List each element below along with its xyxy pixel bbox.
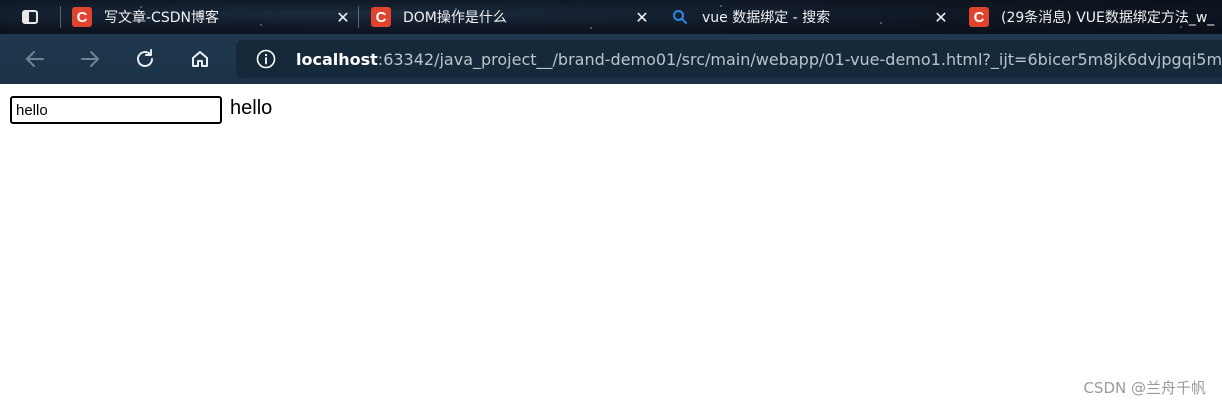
arrow-left-icon <box>26 51 44 67</box>
address-bar[interactable]: localhost:63342/java_project__/brand-dem… <box>236 40 1222 78</box>
url-host: localhost <box>296 49 378 69</box>
browser-toolbar: localhost:63342/java_project__/brand-dem… <box>0 34 1222 84</box>
close-icon[interactable]: ✕ <box>932 8 950 27</box>
close-icon[interactable]: ✕ <box>334 8 352 27</box>
tab-title: DOM操作是什么 <box>403 10 507 26</box>
tab-vue-binding-article[interactable]: C (29条消息) VUE数据绑定方法_w_ <box>969 0 1222 34</box>
tab-title: (29条消息) VUE数据绑定方法_w_ <box>1001 10 1215 26</box>
back-button[interactable] <box>19 43 51 75</box>
tab-vue-search[interactable]: vue 数据绑定 - 搜索 ✕ <box>670 0 950 34</box>
tab-title: 写文章-CSDN博客 <box>104 10 219 26</box>
url-text[interactable]: localhost:63342/java_project__/brand-dem… <box>296 50 1222 69</box>
reload-button[interactable] <box>129 43 161 75</box>
tab-write-article[interactable]: C 写文章-CSDN博客 ✕ <box>72 0 352 34</box>
page-content: hello CSDN @兰舟千帆 <box>0 84 1222 406</box>
tab-actions-icon <box>22 10 38 24</box>
tab-strip: C 写文章-CSDN博客 ✕ C DOM操作是什么 ✕ vue 数据绑定 - 搜… <box>0 0 1222 34</box>
watermark: CSDN @兰舟千帆 <box>1083 379 1206 397</box>
home-button[interactable] <box>184 43 216 75</box>
forward-button[interactable] <box>74 43 106 75</box>
csdn-icon: C <box>72 7 92 27</box>
tab-separator <box>60 6 61 28</box>
csdn-icon: C <box>969 7 989 27</box>
url-path: :63342/java_project__/brand-demo01/src/m… <box>377 49 1222 69</box>
home-icon <box>192 51 208 67</box>
text-input[interactable] <box>10 96 222 124</box>
csdn-icon: C <box>371 7 391 27</box>
search-icon <box>670 7 690 27</box>
tab-dom-operation[interactable]: C DOM操作是什么 ✕ <box>371 0 651 34</box>
tab-separator <box>358 6 359 28</box>
tab-title: vue 数据绑定 - 搜索 <box>702 10 831 26</box>
arrow-right-icon <box>81 51 99 67</box>
reload-icon <box>137 49 153 67</box>
browser-window: C 写文章-CSDN博客 ✕ C DOM操作是什么 ✕ vue 数据绑定 - 搜… <box>0 0 1222 406</box>
bound-output-text: hello <box>230 97 273 119</box>
close-icon[interactable]: ✕ <box>633 8 651 27</box>
info-icon[interactable] <box>256 49 276 69</box>
tab-actions-button[interactable] <box>12 4 48 30</box>
